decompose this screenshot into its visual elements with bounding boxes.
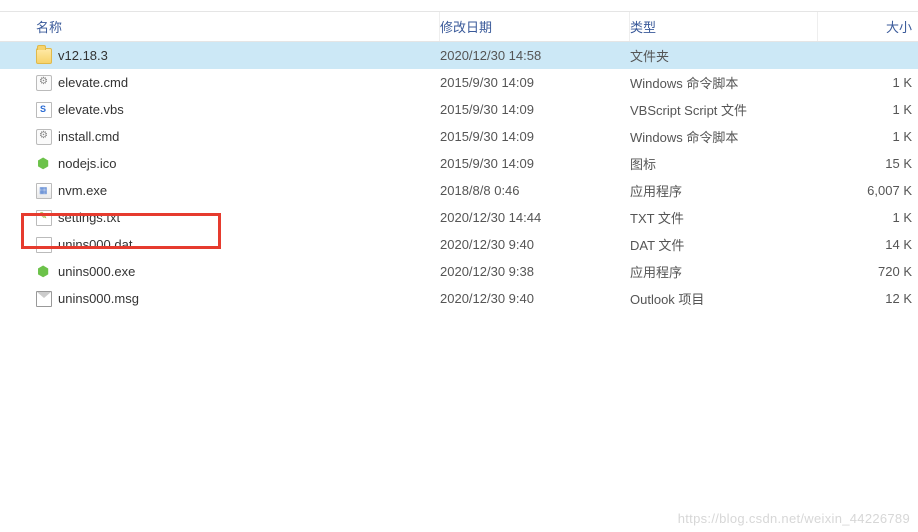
file-list: v12.18.3 2020/12/30 14:58文件夹 elevate.cmd 20… bbox=[0, 42, 918, 312]
file-size: 1 K bbox=[818, 210, 918, 225]
window-top-fragment bbox=[0, 0, 918, 12]
mail-icon bbox=[36, 291, 52, 307]
column-header-size[interactable]: 大小 bbox=[818, 17, 918, 36]
file-name: nodejs.ico bbox=[58, 156, 117, 171]
file-type: Windows 命令脚本 bbox=[630, 127, 818, 146]
file-name: v12.18.3 bbox=[58, 48, 108, 63]
file-modified: 2015/9/30 14:09 bbox=[440, 102, 630, 117]
column-header-name[interactable]: 名称 bbox=[0, 12, 440, 41]
file-size: 1 K bbox=[818, 102, 918, 117]
file-modified: 2015/9/30 14:09 bbox=[440, 129, 630, 144]
file-name: install.cmd bbox=[58, 129, 119, 144]
file-row[interactable]: elevate.vbs 2015/9/30 14:09VBScript Scrip… bbox=[0, 96, 918, 123]
file-type: VBScript Script 文件 bbox=[630, 100, 818, 119]
file-row[interactable]: unins000.msg 2020/12/30 9:40Outlook 项目12 … bbox=[0, 285, 918, 312]
file-row[interactable]: unins000.exe 2020/12/30 9:38应用程序720 K bbox=[0, 258, 918, 285]
file-modified: 2015/9/30 14:09 bbox=[440, 75, 630, 90]
script-icon bbox=[36, 102, 52, 118]
file-row[interactable]: elevate.cmd 2015/9/30 14:09Windows 命令脚本1 … bbox=[0, 69, 918, 96]
node-icon bbox=[36, 264, 52, 280]
file-type: Windows 命令脚本 bbox=[630, 73, 818, 92]
folder-icon bbox=[36, 48, 52, 64]
file-row[interactable]: unins000.dat 2020/12/30 9:40DAT 文件14 K bbox=[0, 231, 918, 258]
file-type: 文件夹 bbox=[630, 46, 818, 65]
file-size: 720 K bbox=[818, 264, 918, 279]
file-size: 12 K bbox=[818, 291, 918, 306]
file-type: TXT 文件 bbox=[630, 208, 818, 227]
column-header-modified[interactable]: 修改日期 bbox=[440, 12, 630, 41]
column-header-type[interactable]: 类型 bbox=[630, 12, 818, 41]
file-size: 1 K bbox=[818, 129, 918, 144]
file-type: 应用程序 bbox=[630, 181, 818, 200]
file-type: Outlook 项目 bbox=[630, 289, 818, 308]
file-size: 15 K bbox=[818, 156, 918, 171]
file-type: 图标 bbox=[630, 154, 818, 173]
file-modified: 2015/9/30 14:09 bbox=[440, 156, 630, 171]
file-name: unins000.dat bbox=[58, 237, 132, 252]
app-icon bbox=[36, 183, 52, 199]
file-name: settings.txt bbox=[58, 210, 120, 225]
file-modified: 2020/12/30 14:44 bbox=[440, 210, 630, 225]
file-modified: 2020/12/30 14:58 bbox=[440, 48, 630, 63]
node-icon bbox=[36, 156, 52, 172]
file-row[interactable]: settings.txt 2020/12/30 14:44TXT 文件1 K bbox=[0, 204, 918, 231]
file-name: elevate.cmd bbox=[58, 75, 128, 90]
file-modified: 2020/12/30 9:40 bbox=[440, 237, 630, 252]
file-type: 应用程序 bbox=[630, 262, 818, 281]
file-modified: 2018/8/8 0:46 bbox=[440, 183, 630, 198]
gear-icon bbox=[36, 75, 52, 91]
txt-icon bbox=[36, 210, 52, 226]
file-row[interactable]: nodejs.ico 2015/9/30 14:09图标15 K bbox=[0, 150, 918, 177]
file-modified: 2020/12/30 9:40 bbox=[440, 291, 630, 306]
file-icon bbox=[36, 237, 52, 253]
file-size: 14 K bbox=[818, 237, 918, 252]
file-modified: 2020/12/30 9:38 bbox=[440, 264, 630, 279]
file-size: 1 K bbox=[818, 75, 918, 90]
file-row[interactable]: v12.18.3 2020/12/30 14:58文件夹 bbox=[0, 42, 918, 69]
file-row[interactable]: install.cmd 2015/9/30 14:09Windows 命令脚本1 … bbox=[0, 123, 918, 150]
file-name: unins000.exe bbox=[58, 264, 135, 279]
file-type: DAT 文件 bbox=[630, 235, 818, 254]
column-header-row: 名称 修改日期 类型 大小 bbox=[0, 12, 918, 42]
file-name: unins000.msg bbox=[58, 291, 139, 306]
watermark-text: https://blog.csdn.net/weixin_44226789 bbox=[678, 511, 910, 526]
file-size: 6,007 K bbox=[818, 183, 918, 198]
file-name: elevate.vbs bbox=[58, 102, 124, 117]
gear-icon bbox=[36, 129, 52, 145]
file-row[interactable]: nvm.exe 2018/8/8 0:46应用程序6,007 K bbox=[0, 177, 918, 204]
file-name: nvm.exe bbox=[58, 183, 107, 198]
